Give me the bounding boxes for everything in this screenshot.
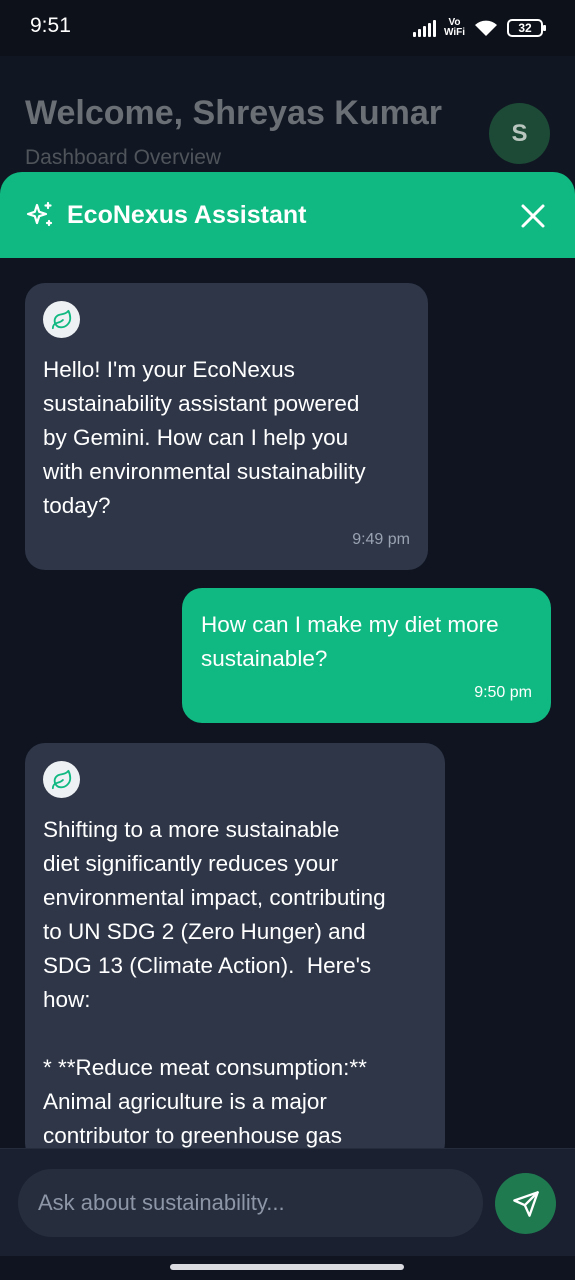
status-icons: Vo WiFi 32 bbox=[412, 14, 546, 42]
dashboard-subtitle: Dashboard Overview bbox=[25, 146, 222, 169]
close-button[interactable] bbox=[513, 196, 553, 236]
chat-input[interactable] bbox=[18, 1169, 483, 1237]
assistant-title: EcoNexus Assistant bbox=[67, 201, 307, 229]
message-text: Shifting to a more sustainable diet sign… bbox=[43, 817, 386, 1148]
wifi-icon bbox=[475, 20, 497, 36]
assistant-header: EcoNexus Assistant bbox=[0, 172, 575, 258]
chat-input-bar bbox=[0, 1148, 575, 1256]
message-text: How can I make my diet more sustainable? bbox=[201, 612, 499, 671]
bot-avatar bbox=[43, 301, 80, 338]
assistant-panel: EcoNexus Assistant Hello! I'm your EcoNe… bbox=[0, 172, 575, 1280]
send-icon bbox=[512, 1190, 539, 1217]
leaf-icon bbox=[51, 769, 71, 789]
bot-avatar bbox=[43, 761, 80, 798]
vowifi-icon: Vo WiFi bbox=[444, 18, 465, 38]
bot-message: Hello! I'm your EcoNexus sustainability … bbox=[25, 283, 428, 570]
avatar[interactable]: S bbox=[489, 103, 550, 164]
status-time: 9:51 bbox=[30, 14, 71, 37]
dashboard-title: Welcome, Shreyas Kumar bbox=[25, 94, 442, 132]
message-text: Hello! I'm your EcoNexus sustainability … bbox=[43, 357, 366, 518]
signal-icon bbox=[412, 19, 436, 37]
sparkles-icon bbox=[26, 201, 53, 227]
message-time: 9:50 pm bbox=[474, 684, 532, 701]
user-message: How can I make my diet more sustainable?… bbox=[182, 588, 551, 723]
vowifi-bottom-label: WiFi bbox=[443, 27, 465, 38]
home-indicator[interactable] bbox=[170, 1264, 404, 1270]
message-time: 9:49 pm bbox=[352, 531, 410, 548]
close-icon bbox=[521, 204, 545, 228]
send-button[interactable] bbox=[495, 1173, 556, 1234]
leaf-icon bbox=[51, 309, 71, 329]
status-bar: 9:51 Vo WiFi 32 bbox=[0, 0, 575, 56]
bot-message: Shifting to a more sustainable diet sign… bbox=[25, 743, 445, 1163]
battery-icon: 32 bbox=[507, 19, 546, 37]
battery-level: 32 bbox=[518, 21, 532, 35]
